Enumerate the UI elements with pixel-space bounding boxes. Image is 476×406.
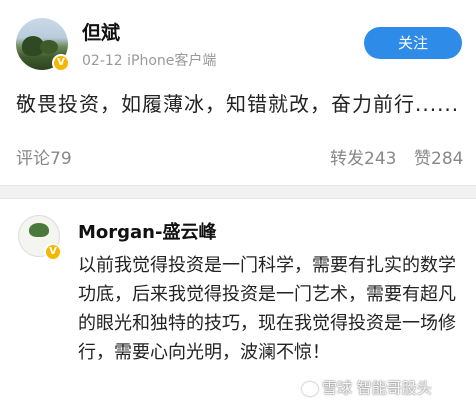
xueqiu-logo-icon bbox=[302, 381, 318, 396]
forward-count[interactable]: 转发243 bbox=[330, 144, 396, 169]
avatar-image bbox=[29, 223, 49, 237]
watermark: 雪球 智能哥股头 bbox=[302, 377, 432, 398]
author-name[interactable]: 但斌 bbox=[82, 18, 120, 45]
author-name[interactable]: Morgan-盛云峰 bbox=[78, 218, 216, 244]
verified-badge-icon: V bbox=[44, 243, 62, 261]
post-card-1: V 但斌 02-12 iPhone客户端 关注 敬畏投资，如履薄冰，知错就改，奋… bbox=[0, 0, 476, 184]
watermark-text: 雪球 智能哥股头 bbox=[322, 379, 432, 397]
post-card-2: V Morgan-盛云峰 以前我觉得投资是一门科学，需要有扎实的数学功底，后来我… bbox=[0, 199, 476, 406]
follow-button[interactable]: 关注 bbox=[364, 27, 462, 59]
post-content: 以前我觉得投资是一门科学，需要有扎实的数学功底，后来我觉得投资是一门艺术，需要有… bbox=[78, 255, 456, 363]
post-content: 敬畏投资，如履薄冰，知错就改，奋力前行...... bbox=[16, 92, 460, 116]
post-meta: 02-12 iPhone客户端 bbox=[82, 53, 217, 69]
section-separator bbox=[0, 186, 476, 198]
like-count[interactable]: 赞284 bbox=[414, 144, 463, 169]
comment-count[interactable]: 评论79 bbox=[16, 144, 72, 169]
verified-badge-icon: V bbox=[52, 54, 70, 72]
